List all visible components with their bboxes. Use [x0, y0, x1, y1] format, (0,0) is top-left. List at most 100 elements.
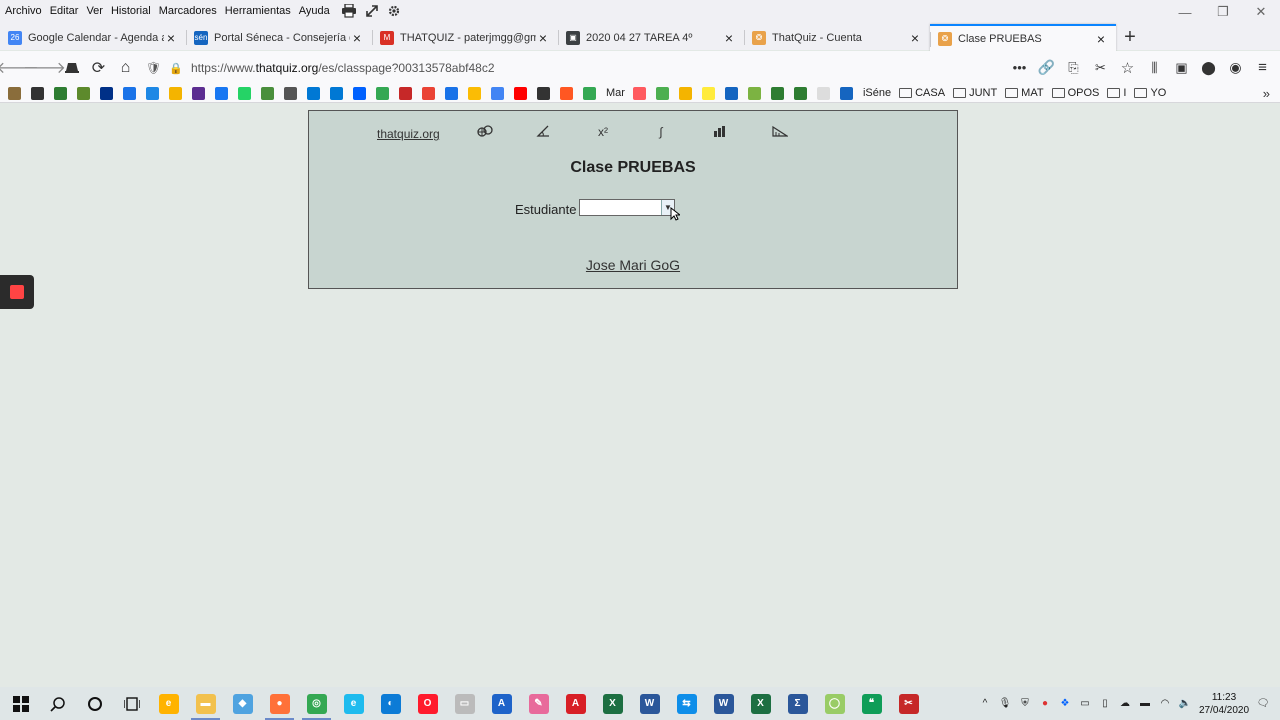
bookmark-favicon-icon[interactable] — [192, 86, 205, 100]
minimize-icon[interactable]: — — [1166, 0, 1204, 24]
taskbar-app[interactable]: ▭ — [446, 687, 483, 720]
taskbar-app[interactable]: O — [409, 687, 446, 720]
tab-2[interactable]: M THATQUIZ - paterjmgg@gma × — [372, 24, 558, 51]
taskbar-app[interactable]: e — [335, 687, 372, 720]
taskbar-app[interactable]: ⇆ — [668, 687, 705, 720]
tab-4[interactable]: ❂ ThatQuiz - Cuenta × — [744, 24, 930, 51]
bookmark-favicon-icon[interactable] — [146, 86, 159, 100]
usb-icon[interactable]: ▯ — [1096, 697, 1114, 711]
bookmark-favicon-icon[interactable] — [537, 86, 550, 100]
settings-gear-icon[interactable] — [387, 4, 401, 18]
notifications-icon[interactable]: 🗨 — [1254, 697, 1272, 711]
link-icon[interactable]: 🔗 — [1033, 54, 1060, 81]
bookmark-favicon-icon[interactable] — [261, 86, 274, 100]
taskbar-app[interactable]: e — [150, 687, 187, 720]
student-select[interactable]: ▼ — [579, 199, 675, 216]
tab-close-icon[interactable]: × — [908, 30, 922, 46]
bookmark-favicon-icon[interactable] — [31, 86, 44, 100]
bookmark-favicon-icon[interactable] — [839, 86, 853, 100]
fullscreen-icon[interactable] — [365, 4, 379, 18]
bookmark-favicon-icon[interactable] — [678, 86, 692, 100]
bookmark-favicon-icon[interactable] — [376, 86, 389, 100]
page-actions-icon[interactable]: ••• — [1006, 54, 1033, 81]
fractions-icon[interactable] — [477, 125, 493, 139]
bookmark-favicon-icon[interactable] — [724, 86, 738, 100]
bookmark-favicon-icon[interactable] — [468, 86, 481, 100]
menu-historial[interactable]: Historial — [108, 5, 154, 17]
menu-editar[interactable]: Editar — [47, 5, 82, 17]
antivirus-shield-icon[interactable]: ⛨ — [1016, 697, 1034, 711]
bookmark-favicon-icon[interactable] — [491, 86, 504, 100]
menu-marcadores[interactable]: Marcadores — [156, 5, 220, 17]
taskbar-app[interactable]: X — [742, 687, 779, 720]
bookmark-favicon-icon[interactable] — [583, 86, 596, 100]
bookmark-favicon-icon[interactable] — [238, 86, 251, 100]
bookmark-favicon-icon[interactable] — [770, 86, 784, 100]
task-view-icon[interactable] — [113, 687, 150, 720]
taskbar-app[interactable]: W — [705, 687, 742, 720]
monitor-icon[interactable] — [58, 54, 85, 81]
thatquiz-home-link[interactable]: thatquiz.org — [377, 127, 440, 141]
taskbar-app[interactable]: A — [483, 687, 520, 720]
forward-arrow-icon[interactable]: 🡒 — [23, 54, 66, 81]
new-tab-plus-icon[interactable]: + — [1116, 24, 1144, 51]
bookmark-mar[interactable]: Mar — [606, 87, 625, 99]
taskbar-app[interactable]: ❝ — [853, 687, 890, 720]
bookmark-isene[interactable]: iSéne — [863, 87, 891, 99]
bookmark-favicon-icon[interactable] — [816, 86, 830, 100]
mega-icon[interactable]: ● — [1036, 697, 1054, 711]
restore-icon[interactable]: ❐ — [1204, 0, 1242, 24]
calculus-integral-icon[interactable]: ∫ — [653, 125, 669, 139]
bookmarks-overflow-icon[interactable]: » — [1263, 86, 1270, 101]
taskbar-app[interactable]: ◎ — [298, 687, 335, 720]
bookmark-favicon-icon[interactable] — [353, 86, 366, 100]
url-bar[interactable]: 🛡 🔒 https://www. thatquiz.org/es/classpag… — [140, 55, 1020, 81]
bookmark-favicon-icon[interactable] — [747, 86, 761, 100]
bookmark-favicon-icon[interactable] — [169, 86, 182, 100]
menu-herramientas[interactable]: Herramientas — [222, 5, 294, 17]
screenshot-icon[interactable]: ✂ — [1087, 54, 1114, 81]
record-stop-button[interactable] — [0, 275, 34, 309]
geometry-angle-icon[interactable] — [535, 125, 551, 139]
print-icon[interactable] — [341, 4, 357, 18]
taskbar-app[interactable]: ✂ — [890, 687, 927, 720]
taskbar-app[interactable]: ✎ — [520, 687, 557, 720]
taskbar-app[interactable]: ◆ — [224, 687, 261, 720]
clock[interactable]: 11:23 27/04/2020 — [1199, 691, 1249, 717]
tray-chevron-up-icon[interactable]: ^ — [976, 697, 994, 711]
bookmark-favicon-icon[interactable] — [445, 86, 458, 100]
bookmark-favicon-icon[interactable] — [123, 86, 136, 100]
taskbar-app[interactable]: ▬ — [187, 687, 224, 720]
bookmark-favicon-icon[interactable] — [100, 86, 113, 100]
taskbar-app[interactable]: A — [557, 687, 594, 720]
bookmark-folder[interactable]: CASA — [899, 87, 945, 99]
bookmark-favicon-icon[interactable] — [330, 86, 343, 100]
save-page-icon[interactable]: ⎘ — [1060, 54, 1087, 81]
dropbox-icon[interactable]: ❖ — [1056, 697, 1074, 711]
bookmark-favicon-icon[interactable] — [632, 86, 646, 100]
battery-icon[interactable]: ▬ — [1136, 697, 1154, 711]
microphone-icon[interactable]: 🎙 — [996, 697, 1014, 711]
bookmark-folder[interactable]: I — [1107, 87, 1126, 99]
tab-3[interactable]: ▣ 2020 04 27 TAREA 4º × — [558, 24, 744, 51]
taskbar-app[interactable]: X — [594, 687, 631, 720]
taskbar-app[interactable]: ◯ — [816, 687, 853, 720]
taskbar-app[interactable]: ◐ — [372, 687, 409, 720]
close-window-icon[interactable]: ✕ — [1242, 0, 1280, 24]
bookmark-favicon-icon[interactable] — [793, 86, 807, 100]
menu-ayuda[interactable]: Ayuda — [296, 5, 333, 17]
bookmark-folder[interactable]: OPOS — [1051, 87, 1099, 99]
taskbar-app[interactable]: W — [631, 687, 668, 720]
statistics-bars-icon[interactable] — [712, 125, 728, 139]
bookmark-favicon-icon[interactable] — [422, 86, 435, 100]
bookmark-favicon-icon[interactable] — [655, 86, 669, 100]
search-icon[interactable] — [39, 687, 76, 720]
bookmark-favicon-icon[interactable] — [8, 86, 21, 100]
menu-ver[interactable]: Ver — [83, 5, 106, 17]
home-icon[interactable]: ⌂ — [112, 54, 139, 81]
tablet-icon[interactable]: ▭ — [1076, 697, 1094, 711]
bookmark-favicon-icon[interactable] — [514, 86, 527, 100]
bookmark-favicon-icon[interactable] — [54, 86, 67, 100]
tab-close-icon[interactable]: × — [164, 30, 178, 46]
bookmark-favicon-icon[interactable] — [560, 86, 573, 100]
